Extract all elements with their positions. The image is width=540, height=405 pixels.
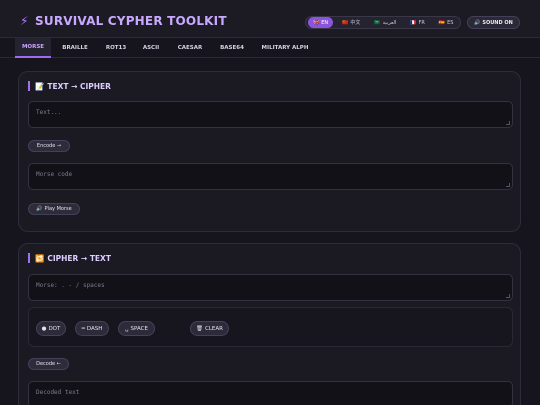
- speaker-icon: 🔊: [474, 19, 481, 26]
- decoded-text-placeholder: Decoded text: [36, 389, 80, 396]
- sound-toggle-button[interactable]: 🔊 SOUND ON: [467, 16, 520, 29]
- encode-button[interactable]: Encode →: [28, 140, 70, 152]
- lightning-icon: ⚡: [20, 14, 29, 28]
- tab-rot13[interactable]: ROT13: [100, 38, 132, 58]
- morse-input[interactable]: Morse: . - / spaces: [28, 274, 513, 301]
- lang-label: ES: [447, 19, 454, 26]
- repeat-icon: 🔁: [35, 253, 45, 263]
- decode-panel-title-text: CIPHER → TEXT: [47, 253, 111, 263]
- dot-label: DOT: [48, 325, 61, 332]
- plain-text-placeholder: Text...: [36, 109, 62, 116]
- space-button[interactable]: ␣ SPACE: [118, 321, 155, 336]
- decode-button[interactable]: Decode ←: [28, 358, 69, 370]
- lang-label: العربية: [382, 19, 397, 26]
- language-selector: 🇬🇧 EN 🇨🇳 中文 🇸🇦 العربية 🇫🇷 FR 🇪🇸 ES: [305, 16, 462, 29]
- lang-button-ar[interactable]: 🇸🇦 العربية: [369, 17, 401, 28]
- encode-panel-title-text: TEXT → CIPHER: [47, 81, 111, 91]
- decode-panel: 🔁 CIPHER → TEXT Morse: . - / spaces ● DO…: [18, 243, 521, 405]
- morse-output-field[interactable]: Morse code: [28, 163, 513, 190]
- morse-keypad: ● DOT ━ DASH ␣ SPACE 🗑 CLEAR: [28, 307, 513, 347]
- speaker-icon: 🔊: [36, 206, 43, 212]
- lang-label: EN: [321, 19, 329, 26]
- morse-output-placeholder: Morse code: [36, 171, 73, 178]
- app-header: ⚡ SURVIVAL CYPHER TOOLKIT 🇬🇧 EN 🇨🇳 中文 🇸🇦…: [0, 0, 540, 38]
- lang-button-es[interactable]: 🇪🇸 ES: [434, 17, 459, 28]
- decoded-text-output[interactable]: Decoded text: [28, 381, 513, 405]
- dash-button[interactable]: ━ DASH: [75, 321, 109, 336]
- morse-input-placeholder: Morse: . - / spaces: [36, 282, 105, 289]
- flag-spain-icon: 🇪🇸: [438, 19, 446, 26]
- clear-button[interactable]: 🗑 CLEAR: [190, 321, 229, 336]
- flag-saudi-icon: 🇸🇦: [374, 19, 381, 26]
- dot-icon: ●: [41, 325, 47, 332]
- decode-panel-title: 🔁 CIPHER → TEXT: [28, 253, 111, 263]
- dash-label: DASH: [86, 325, 103, 332]
- tab-morse[interactable]: MORSE: [15, 38, 51, 58]
- tab-military-alphabet[interactable]: MILITARY ALPH: [256, 38, 314, 58]
- lang-label: 中文: [350, 20, 361, 26]
- dash-icon: ━: [81, 325, 85, 332]
- space-icon: ␣: [125, 325, 129, 332]
- encode-panel: 📝 TEXT → CIPHER Text... Encode → Morse c…: [18, 71, 521, 232]
- play-morse-button[interactable]: 🔊 Play Morse: [28, 203, 80, 215]
- trash-icon: 🗑: [196, 325, 203, 332]
- lang-label: FR: [418, 19, 425, 26]
- clear-label: CLEAR: [205, 325, 223, 332]
- tab-braille[interactable]: BRAILLE: [56, 38, 94, 58]
- app-title-text: SURVIVAL CYPHER TOOLKIT: [35, 14, 227, 28]
- flag-france-icon: 🇫🇷: [410, 19, 417, 26]
- play-morse-label: Play Morse: [44, 206, 72, 212]
- app-title: ⚡ SURVIVAL CYPHER TOOLKIT: [20, 14, 227, 28]
- plain-text-input[interactable]: Text...: [28, 101, 513, 128]
- space-label: SPACE: [130, 325, 148, 332]
- tab-base64[interactable]: BASE64: [215, 38, 249, 58]
- cipher-tabs: MORSE BRAILLE ROT13 ASCII CAESAR BASE64 …: [0, 38, 540, 58]
- resize-handle-icon[interactable]: [506, 121, 510, 125]
- flag-china-icon: 🇨🇳: [342, 19, 349, 26]
- lang-button-fr[interactable]: 🇫🇷 FR: [405, 17, 430, 28]
- sound-toggle-label: SOUND ON: [482, 19, 513, 26]
- flag-uk-icon: 🇬🇧: [313, 19, 320, 26]
- encode-panel-title: 📝 TEXT → CIPHER: [28, 81, 111, 91]
- tab-ascii[interactable]: ASCII: [138, 38, 164, 58]
- lang-button-zh[interactable]: 🇨🇳 中文: [337, 17, 365, 28]
- tab-caesar[interactable]: CAESAR: [172, 38, 208, 58]
- dot-button[interactable]: ● DOT: [36, 321, 66, 336]
- memo-icon: 📝: [35, 81, 45, 91]
- resize-handle-icon[interactable]: [506, 294, 510, 298]
- lang-button-en[interactable]: 🇬🇧 EN: [308, 17, 334, 28]
- resize-handle-icon[interactable]: [506, 183, 510, 187]
